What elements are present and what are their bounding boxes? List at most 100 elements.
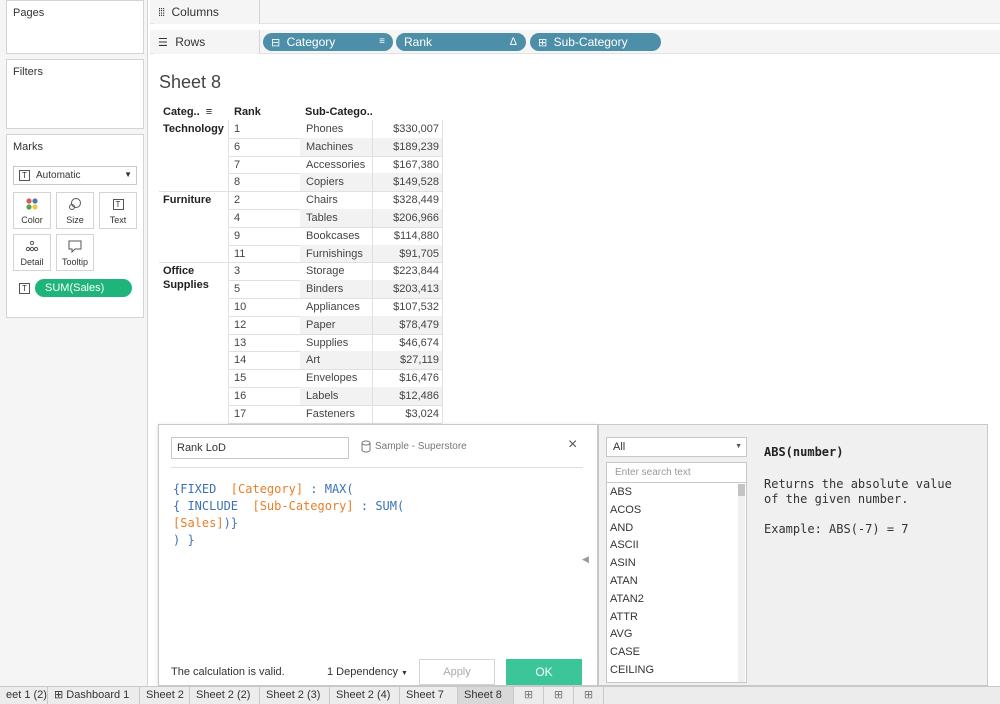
sales-value-cell[interactable]: $46,674 (372, 334, 442, 352)
rank-pill[interactable]: Rank Δ (396, 33, 526, 51)
function-item[interactable]: ABS (610, 483, 632, 501)
sheet-tab[interactable]: ⊞ Dashboard 1 (48, 687, 140, 704)
subcategory-cell[interactable]: Art (300, 351, 372, 370)
rank-cell[interactable]: 1 (228, 120, 300, 138)
rank-cell[interactable]: 6 (228, 138, 300, 156)
function-item[interactable]: AND (610, 519, 633, 537)
subcategory-cell[interactable]: Labels (300, 387, 372, 405)
sales-value-cell[interactable]: $16,476 (372, 369, 442, 387)
sales-value-cell[interactable]: $203,413 (372, 280, 442, 299)
sales-value-cell[interactable]: $78,479 (372, 315, 442, 334)
formula-editor[interactable]: {FIXED [Category] : MAX({ INCLUDE [Sub-C… (173, 481, 404, 549)
sheet-tab[interactable]: Sheet 2 (2) (190, 687, 260, 704)
new-story-icon[interactable]: ⊞ (574, 687, 604, 704)
subcategory-cell[interactable]: Fasteners (300, 405, 372, 423)
subcategory-cell[interactable]: Copiers (300, 173, 372, 192)
rank-cell[interactable]: 13 (228, 334, 300, 352)
sum-sales-pill[interactable]: SUM(Sales) (35, 279, 132, 297)
calc-name-input[interactable]: Rank LoD (171, 437, 349, 459)
subcategory-cell[interactable]: Appliances (300, 298, 372, 316)
filters-card[interactable]: Filters (6, 59, 144, 129)
text-button[interactable]: T Text (99, 192, 137, 229)
function-category-dropdown[interactable]: All ▼ (606, 437, 747, 457)
function-search-input[interactable]: Enter search text (606, 462, 747, 483)
function-item[interactable]: ASCII (610, 536, 639, 554)
sales-value-cell[interactable]: $189,239 (372, 137, 442, 156)
subcategory-cell[interactable]: Bookcases (300, 227, 372, 245)
apply-button[interactable]: Apply (419, 659, 495, 685)
subcategory-cell[interactable]: Binders (300, 280, 372, 299)
category-label[interactable]: Furniture (163, 193, 211, 207)
sales-value-cell[interactable]: $328,449 (372, 191, 442, 209)
scrollbar-thumb[interactable] (738, 484, 745, 496)
rows-shelf[interactable]: ☰ Rows ⊟ Category ≡ Rank Δ ⊞ Sub-Categor… (150, 30, 1000, 54)
subcategory-cell[interactable]: Furnishings (300, 244, 372, 263)
close-icon[interactable]: × (568, 436, 577, 454)
rank-cell[interactable]: 16 (228, 387, 300, 405)
dependency-dropdown[interactable]: 1 Dependency ▼ (327, 666, 408, 678)
sort-icon[interactable]: ≡ (206, 106, 212, 118)
sales-value-cell[interactable]: $114,880 (372, 227, 442, 245)
sheet-tab[interactable]: eet 1 (2) (0, 687, 48, 704)
rank-cell[interactable]: 5 (228, 280, 300, 298)
color-button[interactable]: Color (13, 192, 51, 229)
sales-value-cell[interactable]: $167,380 (372, 156, 442, 174)
sales-value-cell[interactable]: $91,705 (372, 244, 442, 263)
sales-value-cell[interactable]: $12,486 (372, 387, 442, 405)
subcategory-cell[interactable]: Machines (300, 137, 372, 156)
function-item[interactable]: CEILING (610, 661, 654, 679)
subcategory-cell[interactable]: Paper (300, 315, 372, 334)
rank-column-header[interactable]: Rank (234, 106, 261, 118)
collapse-panel-icon[interactable]: ◀ (582, 554, 589, 565)
category-label[interactable]: Technology (163, 122, 224, 136)
subcategory-cell[interactable]: Supplies (300, 334, 372, 352)
function-item[interactable]: CASE (610, 643, 640, 661)
subcategory-cell[interactable]: Tables (300, 209, 372, 227)
sales-value-cell[interactable]: $149,528 (372, 173, 442, 192)
rank-cell[interactable]: 11 (228, 245, 300, 263)
subcategory-cell[interactable]: Accessories (300, 156, 372, 174)
function-item[interactable]: ATAN (610, 572, 638, 590)
rank-cell[interactable]: 8 (228, 173, 300, 191)
subcategory-cell[interactable]: Chairs (300, 191, 372, 209)
subcategory-cell[interactable]: Storage (300, 262, 372, 280)
rank-cell[interactable]: 15 (228, 369, 300, 387)
sheet-tab[interactable]: Sheet 2 (3) (260, 687, 330, 704)
function-item[interactable]: ASIN (610, 554, 636, 572)
sub-category-pill[interactable]: ⊞ Sub-Category (530, 33, 661, 51)
category-pill[interactable]: ⊟ Category ≡ (263, 33, 393, 51)
sheet-tab[interactable]: Sheet 2 (4) (330, 687, 400, 704)
rank-cell[interactable]: 12 (228, 316, 300, 334)
tooltip-button[interactable]: Tooltip (56, 234, 94, 271)
rank-cell[interactable]: 17 (228, 405, 300, 423)
scrollbar[interactable] (738, 484, 745, 682)
sales-value-cell[interactable]: $107,532 (372, 298, 442, 316)
rank-cell[interactable]: 4 (228, 209, 300, 227)
rank-cell[interactable]: 2 (228, 191, 300, 209)
function-item[interactable]: ATTR (610, 608, 638, 626)
rank-cell[interactable]: 3 (228, 262, 300, 280)
sales-value-cell[interactable]: $223,844 (372, 262, 442, 280)
new-dashboard-icon[interactable]: ⊞ (544, 687, 574, 704)
columns-shelf[interactable]: ⁞⁞⁞ Columns (150, 0, 1000, 24)
sheet-tab[interactable]: Sheet 2 (140, 687, 190, 704)
rank-cell[interactable]: 9 (228, 227, 300, 245)
pages-card[interactable]: Pages (6, 0, 144, 54)
function-item[interactable]: ATAN2 (610, 590, 644, 608)
new-worksheet-icon[interactable]: ⊞ (514, 687, 544, 704)
sales-value-cell[interactable]: $27,119 (372, 351, 442, 370)
size-button[interactable]: Size (56, 192, 94, 229)
function-item[interactable]: ACOS (610, 501, 641, 519)
sheet-tab[interactable]: Sheet 8 (458, 687, 514, 704)
subcategory-cell[interactable]: Phones (300, 120, 372, 138)
function-item[interactable]: AVG (610, 625, 632, 643)
subcategory-cell[interactable]: Envelopes (300, 369, 372, 387)
ok-button[interactable]: OK (506, 659, 582, 685)
subcategory-column-header[interactable]: Sub-Catego.. (305, 106, 373, 118)
mark-type-dropdown[interactable]: T Automatic ▼ (13, 166, 137, 185)
sheet-tab[interactable]: Sheet 7 (400, 687, 458, 704)
sales-value-cell[interactable]: $206,966 (372, 209, 442, 227)
sales-value-cell[interactable]: $3,024 (372, 405, 442, 423)
detail-button[interactable]: Detail (13, 234, 51, 271)
function-list[interactable]: ABS ACOS AND ASCII ASIN ATAN ATAN2 ATTR AVG CASE C… (606, 483, 747, 683)
